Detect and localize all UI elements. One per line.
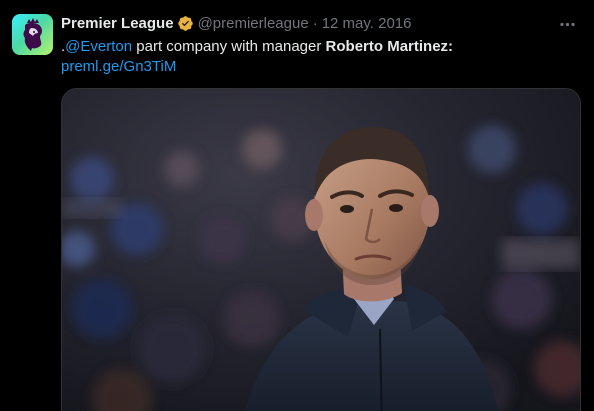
text-bold-name: Roberto Martinez [325, 38, 449, 55]
mention-link[interactable]: @Everton [65, 38, 132, 55]
tweet[interactable]: Premier League @premierleague · 12 may. … [0, 0, 594, 411]
photo-content [62, 89, 580, 411]
tweet-header: Premier League @premierleague · 12 may. … [61, 13, 411, 33]
premier-league-lion-icon [23, 18, 42, 51]
more-dots-icon [559, 22, 575, 26]
text-middle: part company with manager [132, 38, 326, 55]
tweet-date[interactable]: 12 may. 2016 [322, 15, 412, 32]
verified-badge-icon[interactable] [177, 15, 194, 32]
text-suffix: : [448, 38, 454, 55]
more-options-button[interactable] [554, 11, 580, 37]
author-handle[interactable]: @premierleague [198, 15, 309, 32]
avatar[interactable] [12, 14, 53, 55]
tweet-text: .@Everton part company with manager Robe… [61, 37, 576, 77]
tweet-photo[interactable] [61, 88, 581, 411]
author-display-name[interactable]: Premier League [61, 15, 174, 32]
tweet-url-link[interactable]: preml.ge/Gn3TiM [61, 58, 176, 75]
header-separator: · [312, 14, 318, 32]
